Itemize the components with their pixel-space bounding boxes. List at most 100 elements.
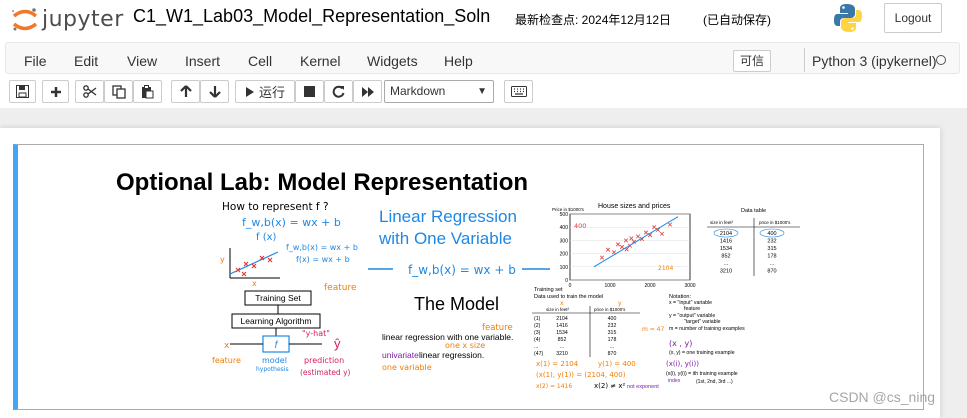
cell-type-select[interactable]: Markdown ▼ (384, 80, 494, 103)
notation-2b: "target" variable (684, 319, 721, 325)
dt-price-cell: ... (770, 261, 775, 267)
copy-icon (111, 84, 126, 99)
logout-button[interactable]: Logout (884, 3, 942, 33)
ts-price-cell: 178 (608, 337, 617, 343)
model-representation-figure: How to represent f ? f_w,b(x) = wx + b f… (212, 201, 800, 390)
dt-col1-header: size in feet² (710, 220, 734, 225)
ts-pair-note: (x(1), y(1)) = (2104, 400) (536, 371, 626, 379)
chart-fit-line (593, 216, 679, 268)
insert-cell-button[interactable] (42, 80, 69, 103)
chart-point (605, 247, 611, 252)
menu-insert[interactable]: Insert (185, 53, 220, 69)
ts-y1-note: y(1) = 400 (598, 360, 636, 368)
ts-not-exponent: not exponent (627, 384, 659, 390)
chart-x-tick-label: 2000 (644, 283, 655, 289)
lr-equation: f_w,b(x) = wx + b (408, 263, 516, 277)
trusted-indicator[interactable]: 可信 (733, 50, 772, 72)
notation-3: m = number of training examples (669, 326, 745, 332)
copy-button[interactable] (104, 80, 133, 103)
chart-y-tick-label: 500 (560, 212, 569, 218)
f-equation-1: f_w,b(x) = wx + b (242, 216, 341, 229)
chart-point (599, 255, 605, 260)
chart-y-tick-label: 300 (560, 238, 569, 244)
dt-size-cell: 852 (721, 254, 730, 260)
univariate-word: univariate (382, 350, 419, 360)
menu-edit[interactable]: Edit (74, 53, 98, 69)
chart-y-label: Price in $1000's (552, 207, 585, 212)
ts-size-cell: ... (560, 344, 564, 350)
watermark: CSDN @cs_ning (829, 389, 936, 405)
notation-panel: Notation: x = "input" variable feature y… (666, 294, 745, 385)
notation-index: index (668, 378, 681, 384)
move-down-button[interactable] (200, 80, 229, 103)
command-palette-button[interactable] (504, 80, 533, 103)
chart-title: House sizes and prices (598, 203, 671, 210)
ts-size-cell: 852 (558, 337, 567, 343)
chart-x-tick-label: 1000 (604, 283, 615, 289)
notebook-title[interactable]: C1_W1_Lab03_Model_Representation_Soln (133, 6, 490, 27)
chart-point (643, 230, 649, 235)
cut-button[interactable] (75, 80, 104, 103)
ts-m-note: m = 47 (642, 326, 665, 333)
menu-view[interactable]: View (127, 53, 157, 69)
interrupt-button[interactable] (295, 80, 324, 103)
hypothesis-label: hypothesis (256, 366, 289, 373)
how-to-represent-text: How to represent f ? (222, 201, 329, 213)
ts-size-cell: 1416 (556, 323, 568, 329)
f-equation-3: f(x) = wx + b (296, 255, 350, 264)
menu-file[interactable]: File (24, 53, 47, 69)
y-hat-symbol: ŷ (334, 336, 341, 351)
univariate-rest: linear regression. (419, 350, 484, 360)
data-table: Data table size in feet² price in $1000'… (707, 208, 800, 276)
notation-4: (x, y) = one training example (669, 350, 735, 356)
small-chart-points (235, 255, 273, 277)
chart-point (619, 244, 625, 250)
cell-heading: Optional Lab: Model Representation (116, 169, 529, 196)
dt-rows: 2104 400 1416 232 1534 315 852 178... ... 3210 870 (720, 231, 777, 275)
restart-run-all-button[interactable] (353, 80, 382, 103)
prediction-label: prediction (304, 356, 344, 365)
menu-widgets[interactable]: Widgets (367, 53, 418, 69)
kernel-divider (804, 48, 805, 72)
notebook-header: jupyter C1_W1_Lab03_Model_Representation… (0, 0, 967, 40)
notation-6: (1st, 2nd, 3rd ...) (696, 379, 733, 385)
play-icon (245, 86, 254, 97)
training-set-label: Training Set (255, 293, 301, 303)
ts-x2-vs-power: x(2) ≠ x² (594, 382, 626, 390)
menu-help[interactable]: Help (444, 53, 473, 69)
chart-x-tick-label: 0 (569, 283, 572, 289)
menu-cell[interactable]: Cell (248, 53, 272, 69)
dt-size-cell: 1534 (720, 246, 732, 252)
ts-x2-note: x(2) = 1416 (536, 383, 572, 390)
dt-size-cell: 1416 (720, 239, 732, 245)
menu-kernel[interactable]: Kernel (300, 53, 340, 69)
chart-point (615, 242, 621, 247)
save-button[interactable] (9, 80, 36, 103)
run-button[interactable]: 运行 (235, 80, 295, 103)
ts-x1-note: x(1) = 2104 (536, 360, 579, 368)
ts-col1-header: size in feet² (546, 307, 570, 312)
plus-icon (50, 86, 61, 97)
ts-subtitle: Data used to train the model (534, 294, 603, 300)
scatter-chart: 5004003002001000 0 1000 2000 3000 House siz… (552, 203, 696, 289)
dt-price-cell: 232 (767, 239, 776, 245)
move-up-button[interactable] (171, 80, 200, 103)
menu-frame: File Edit View Insert Cell Kernel Widget… (5, 42, 960, 74)
arrow-up-icon (179, 85, 192, 97)
dt-price-cell: 400 (767, 231, 776, 237)
paste-button[interactable] (133, 80, 162, 103)
autosave-status: (已自动保存) (703, 13, 771, 27)
ts-size-cell: 1534 (556, 330, 568, 336)
save-icon (16, 85, 29, 98)
lr-title-line-1: Linear Regression (379, 207, 517, 226)
ts-index-cell: (4) (534, 337, 541, 343)
small-chart-y-label: y (220, 255, 225, 264)
ts-rows: (1) 2104 400 (2) 1416 232 (3) 1534 315 (4) 852 178.… (534, 316, 616, 357)
jupyter-logo[interactable]: jupyter (10, 4, 123, 34)
keyboard-icon (510, 86, 527, 97)
restart-button[interactable] (324, 80, 353, 103)
kernel-name[interactable]: Python 3 (ipykernel) (812, 53, 937, 69)
kernel-idle-indicator (936, 55, 946, 65)
notation-5: (x(i), y(i)) = ith training example (666, 371, 738, 377)
feature-label-1: feature (324, 283, 357, 293)
